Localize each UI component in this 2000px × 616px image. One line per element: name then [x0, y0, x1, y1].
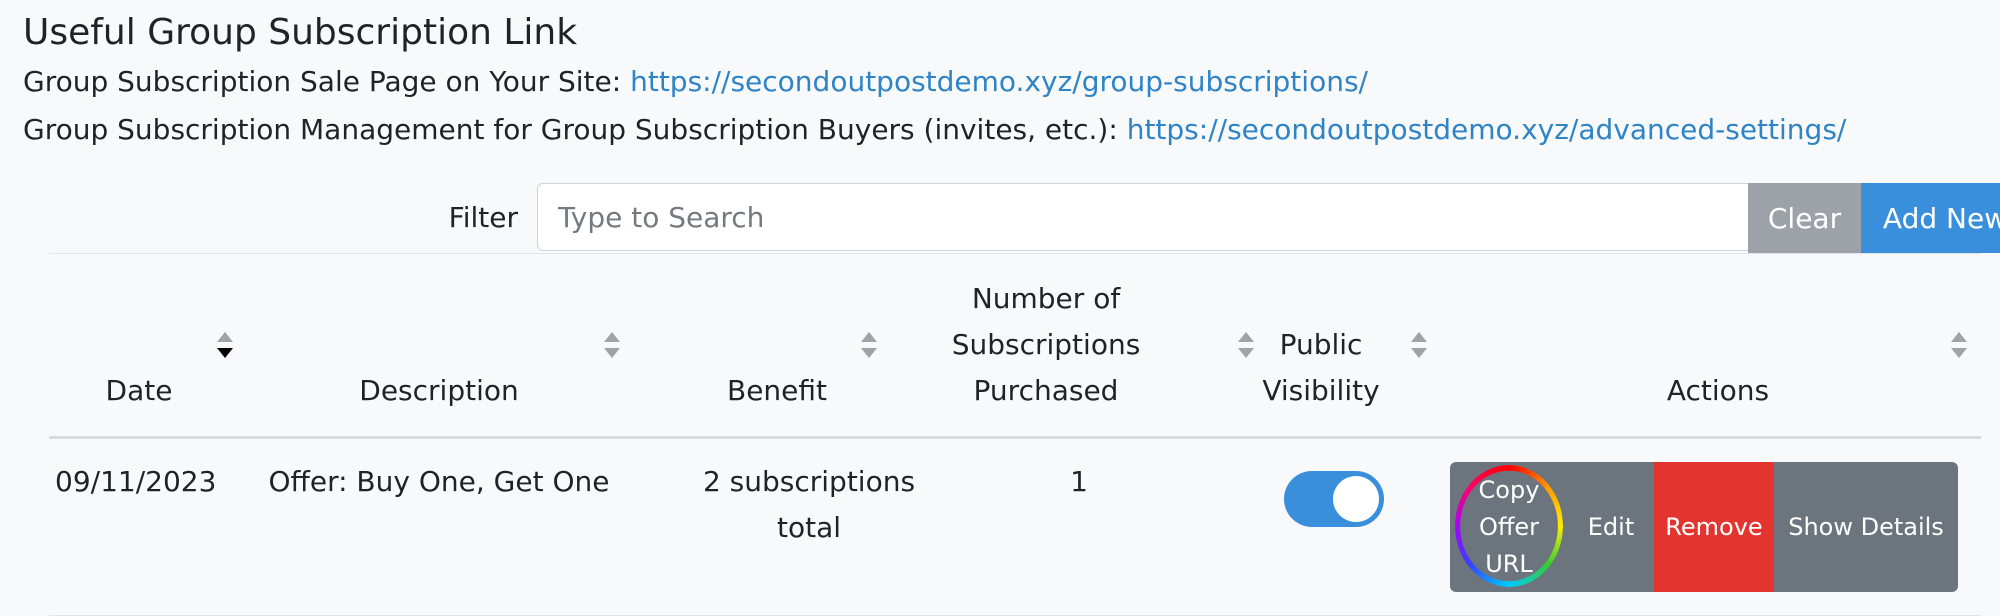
column-header-actions[interactable]: Actions	[1471, 254, 1981, 436]
column-header-subscriptions[interactable]: Number of Subscriptions Purchased	[905, 254, 1254, 436]
cell-date: 09/11/2023	[55, 465, 217, 498]
cell-benefit: 2 subscriptions total	[669, 439, 949, 551]
useful-links-section: Useful Group Subscription Link Group Sub…	[23, 8, 1983, 154]
actions-button-group: Copy Offer URL Edit Remove Show Details	[1450, 462, 1958, 592]
management-link[interactable]: https://secondoutpostdemo.xyz/advanced-s…	[1127, 113, 1847, 146]
management-label: Group Subscription Management for Group …	[23, 113, 1127, 146]
sale-page-label: Group Subscription Sale Page on Your Sit…	[23, 65, 631, 98]
toggle-knob	[1333, 476, 1379, 522]
filter-search-input[interactable]	[537, 183, 1748, 251]
cell-subscriptions: 1	[1070, 465, 1088, 498]
header-subscriptions-line2: Subscriptions	[951, 328, 1141, 361]
column-header-benefit[interactable]: Benefit	[649, 254, 905, 436]
show-details-button[interactable]: Show Details	[1774, 462, 1958, 592]
header-visibility-line1: Public	[1279, 328, 1363, 361]
edit-button[interactable]: Edit	[1568, 462, 1654, 592]
header-date-label: Date	[105, 374, 173, 407]
sort-icon[interactable]	[1409, 329, 1429, 361]
sale-page-link[interactable]: https://secondoutpostdemo.xyz/group-subs…	[630, 65, 1368, 98]
group-subscriptions-table: Date Description Benefit Number of Subsc…	[49, 254, 1981, 616]
column-header-description[interactable]: Description	[229, 254, 649, 436]
clear-button[interactable]: Clear	[1748, 183, 1861, 253]
sort-icon[interactable]	[859, 329, 879, 361]
sale-page-line: Group Subscription Sale Page on Your Sit…	[23, 58, 1983, 106]
cell-benefit-line2: total	[776, 511, 842, 544]
column-header-public-visibility[interactable]: Public Visibility	[1243, 254, 1471, 436]
management-line: Group Subscription Management for Group …	[23, 106, 1983, 154]
add-new-button[interactable]: Add New	[1861, 183, 2000, 253]
column-header-date[interactable]: Date	[49, 254, 233, 436]
public-visibility-toggle[interactable]	[1284, 471, 1384, 527]
header-subscriptions-line1: Number of	[971, 282, 1121, 315]
copy-offer-url-label: Copy Offer URL	[1478, 475, 1540, 578]
sort-icon[interactable]	[602, 329, 622, 361]
table-row: 09/11/2023 Offer: Buy One, Get One 2 sub…	[49, 439, 1981, 616]
copy-offer-url-button[interactable]: Copy Offer URL	[1450, 462, 1568, 592]
header-benefit-label: Benefit	[726, 374, 828, 407]
filter-label: Filter	[448, 201, 518, 234]
header-visibility-line2: Visibility	[1262, 374, 1380, 407]
cell-benefit-line1: 2 subscriptions	[702, 465, 916, 498]
remove-button[interactable]: Remove	[1654, 462, 1774, 592]
section-title: Useful Group Subscription Link	[23, 12, 578, 53]
sort-icon[interactable]	[1949, 329, 1969, 361]
filter-row: Filter Clear Add New	[49, 183, 2000, 254]
filter-group: Clear Add New	[537, 183, 2000, 253]
header-visibility-label: Public Visibility	[1243, 322, 1399, 414]
header-actions-label: Actions	[1666, 374, 1770, 407]
table-header: Date Description Benefit Number of Subsc…	[49, 254, 1981, 439]
cell-description: Offer: Buy One, Get One	[268, 465, 610, 498]
header-description-label: Description	[359, 374, 519, 407]
header-subscriptions-label: Number of Subscriptions Purchased	[897, 276, 1195, 414]
header-subscriptions-line3: Purchased	[973, 374, 1119, 407]
